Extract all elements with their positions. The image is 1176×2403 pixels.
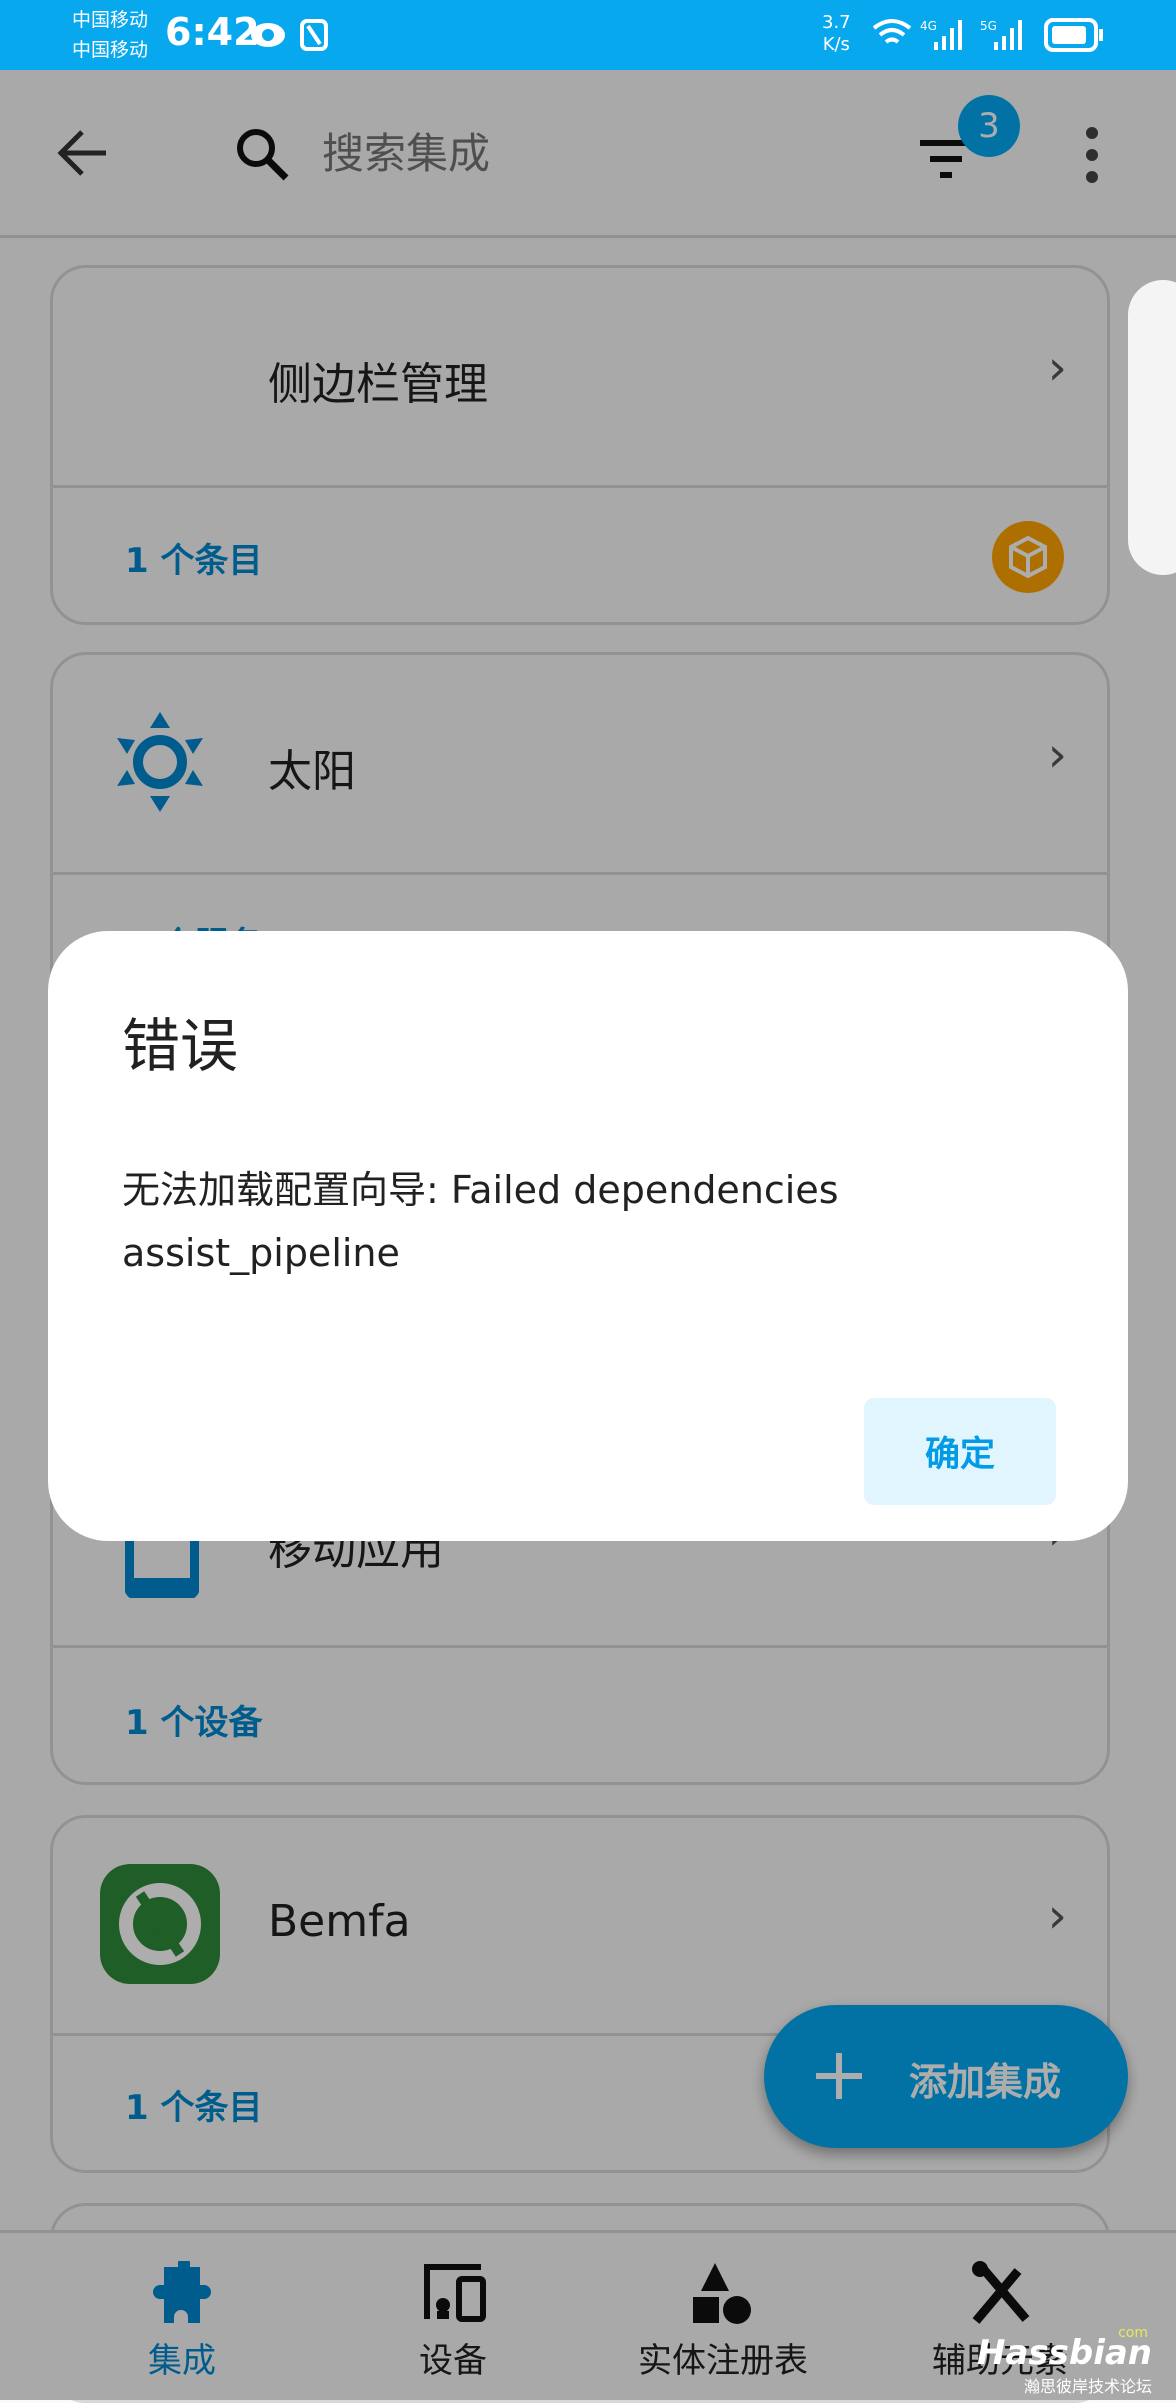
eye-nfc-icons	[251, 19, 328, 51]
dialog-title: 错误	[122, 1012, 239, 1080]
dialog-message: 无法加载配置向导: Failed dependencies assist_pip…	[122, 1168, 839, 1275]
confirm-button[interactable]: 确定	[864, 1398, 1056, 1505]
side-panel-handle[interactable]	[1128, 280, 1176, 575]
carrier-2: 中国移动	[72, 39, 149, 61]
clock: 6:42	[165, 10, 260, 54]
svg-text:5G: 5G	[980, 19, 997, 33]
carrier-1: 中国移动	[72, 9, 149, 31]
signal-battery-icons: 4G 5G	[872, 18, 1103, 52]
error-dialog: 错误 无法加载配置向导: Failed dependencies assist_…	[48, 931, 1128, 1541]
net-speed: 3.7 K/s	[822, 12, 851, 55]
svg-text:4G: 4G	[920, 19, 937, 33]
watermark-logo: com Hassbian 瀚思彼岸技术论坛	[976, 2325, 1152, 2396]
status-bar: 中国移动 中国移动 6:42 3.7 K/s 4G 5G	[0, 0, 1176, 70]
